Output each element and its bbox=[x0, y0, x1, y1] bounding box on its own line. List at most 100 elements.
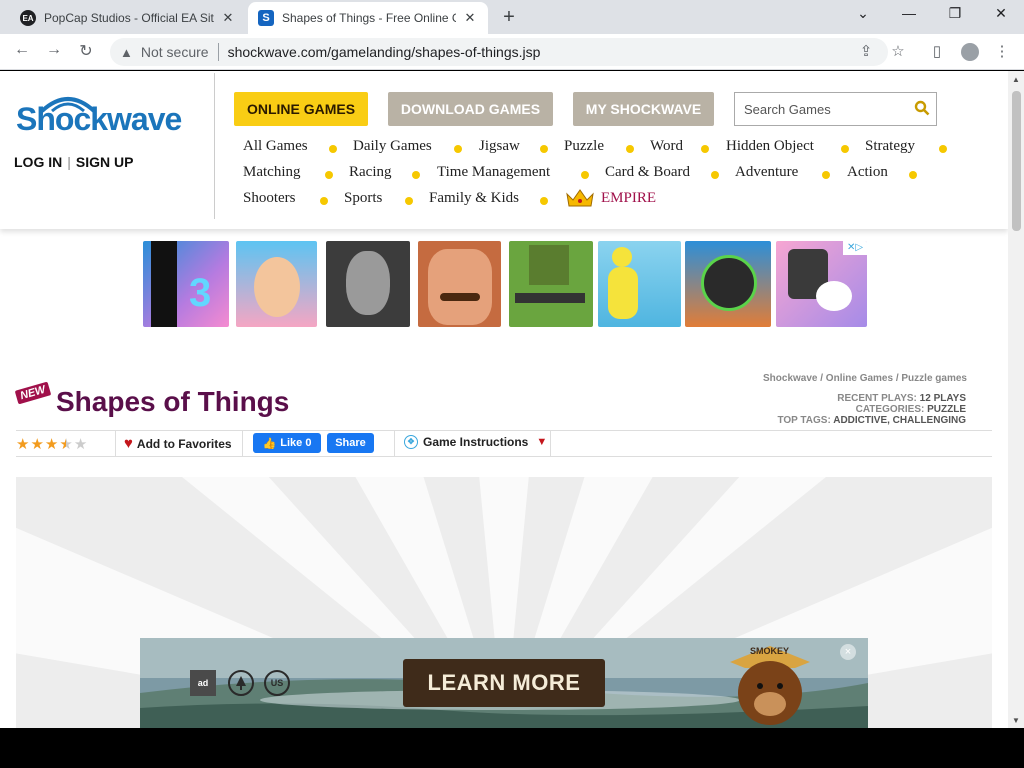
facebook-like-button[interactable]: 👍 Like 0 bbox=[253, 433, 321, 453]
ad-close-button[interactable]: × bbox=[840, 644, 856, 660]
recent-plays-label: RECENT PLAYS: bbox=[837, 393, 917, 404]
category-all-games[interactable]: All Games bbox=[243, 138, 308, 155]
divider bbox=[550, 431, 551, 457]
ad-thumb-granny[interactable] bbox=[326, 241, 410, 327]
divider bbox=[217, 43, 219, 61]
blocky-head-shape bbox=[529, 245, 569, 285]
category-bullet bbox=[329, 145, 337, 153]
star-icon[interactable]: ★ bbox=[45, 435, 58, 453]
category-strategy[interactable]: Strategy bbox=[865, 138, 915, 155]
menu-icon[interactable]: ⋮ bbox=[992, 42, 1012, 60]
search-input[interactable]: Search Games bbox=[734, 92, 937, 126]
cartoon-face-shape bbox=[254, 257, 300, 317]
star-icon[interactable]: ★ bbox=[16, 435, 29, 453]
login-link[interactable]: LOG IN bbox=[14, 154, 62, 170]
star-half-icon[interactable]: ★ bbox=[59, 435, 72, 453]
signup-link[interactable]: SIGN UP bbox=[76, 154, 134, 170]
star-icon[interactable]: ★ bbox=[30, 435, 43, 453]
warning-icon[interactable]: ▲ bbox=[120, 45, 133, 60]
scroll-down-icon[interactable]: ▼ bbox=[1012, 716, 1020, 725]
category-family-kids[interactable]: Family & Kids bbox=[429, 190, 519, 207]
close-window-button[interactable]: ✕ bbox=[991, 5, 1011, 22]
ad-thumb-ball[interactable] bbox=[685, 241, 771, 327]
browser-tab-shapes[interactable]: S Shapes of Things - Free Online G ✕ bbox=[248, 2, 488, 34]
category-racing[interactable]: Racing bbox=[349, 164, 392, 181]
facebook-share-button[interactable]: Share bbox=[327, 433, 374, 453]
shockwave-logo[interactable]: Shockwave bbox=[16, 91, 186, 151]
crown-icon[interactable] bbox=[565, 188, 595, 208]
ad-council-logo: ad bbox=[190, 670, 216, 696]
profile-avatar[interactable] bbox=[961, 43, 979, 61]
category-action[interactable]: Action bbox=[847, 164, 888, 181]
ad-thumb-blocky[interactable] bbox=[509, 241, 593, 327]
ad-thumb-head[interactable] bbox=[236, 241, 317, 327]
my-shockwave-button[interactable]: MY SHOCKWAVE bbox=[573, 92, 714, 126]
ad-thumb-phone[interactable]: ✕▷ bbox=[776, 241, 867, 327]
url-text[interactable]: shockwave.com/gamelanding/shapes-of-thin… bbox=[228, 44, 541, 60]
scrollbar-thumb[interactable] bbox=[1012, 91, 1021, 231]
download-games-button[interactable]: DOWNLOAD GAMES bbox=[388, 92, 553, 126]
security-label[interactable]: Not secure bbox=[141, 44, 209, 60]
ad-thumb-runner[interactable] bbox=[598, 241, 681, 327]
star-empty-icon[interactable]: ★ bbox=[74, 435, 87, 453]
search-icon[interactable] bbox=[914, 100, 930, 116]
category-bullet bbox=[841, 145, 849, 153]
tab-close-icon[interactable]: ✕ bbox=[462, 10, 478, 26]
scroll-up-icon[interactable]: ▲ bbox=[1012, 75, 1020, 84]
share-icon[interactable]: ⇪ bbox=[856, 42, 876, 60]
minimize-button[interactable]: — bbox=[899, 5, 919, 21]
page-scrollbar[interactable]: ▲ ▼ bbox=[1008, 71, 1024, 728]
top-tags-value[interactable]: ADDICTIVE, CHALLENGING bbox=[833, 415, 966, 426]
ad-thumb-piano[interactable]: 3 bbox=[143, 241, 229, 327]
categories-value[interactable]: PUZZLE bbox=[927, 404, 966, 415]
online-games-button[interactable]: ONLINE GAMES bbox=[234, 92, 368, 126]
divider bbox=[242, 431, 243, 457]
shockwave-favicon-icon: S bbox=[258, 10, 274, 26]
category-matching[interactable]: Matching bbox=[243, 164, 301, 181]
gamepad-icon: ✥ bbox=[404, 435, 418, 449]
category-adventure[interactable]: Adventure bbox=[735, 164, 798, 181]
browser-toolbar: ← → ↻ ▲ Not secure shockwave.com/gamelan… bbox=[0, 34, 1024, 70]
ad-close-button[interactable]: ✕▷ bbox=[843, 241, 867, 255]
reload-button[interactable]: ↻ bbox=[76, 41, 96, 61]
category-sports[interactable]: Sports bbox=[344, 190, 382, 207]
category-card-board[interactable]: Card & Board bbox=[605, 164, 690, 181]
new-tab-button[interactable]: + bbox=[498, 6, 520, 29]
game-instructions-button[interactable]: ✥ Game Instructions ▼ bbox=[404, 435, 547, 449]
category-bullet bbox=[581, 171, 589, 179]
bottom-banner-ad[interactable]: ad US LEARN MORE SMOKEY × bbox=[140, 638, 868, 728]
rating-stars[interactable]: ★ ★ ★ ★ ★ bbox=[16, 435, 88, 453]
ea-logo-icon: EA bbox=[20, 10, 36, 26]
category-daily-games[interactable]: Daily Games bbox=[353, 138, 432, 155]
browser-tab-popcap[interactable]: EA PopCap Studios - Official EA Site ✕ bbox=[10, 2, 246, 34]
restore-button[interactable]: ❐ bbox=[945, 5, 965, 22]
forward-button[interactable]: → bbox=[44, 41, 64, 59]
add-to-favorites-button[interactable]: ♥ Add to Favorites bbox=[124, 435, 232, 452]
category-word[interactable]: Word bbox=[650, 138, 683, 155]
side-panel-icon[interactable]: ▯ bbox=[927, 42, 947, 60]
category-bullet bbox=[540, 145, 548, 153]
category-time-management[interactable]: Time Management bbox=[437, 164, 550, 181]
game-ad-strip[interactable]: 3 ✕▷ bbox=[143, 241, 867, 327]
breadcrumb[interactable]: Shockwave / Online Games / Puzzle games bbox=[763, 373, 967, 384]
category-jigsaw[interactable]: Jigsaw bbox=[479, 138, 520, 155]
category-shooters[interactable]: Shooters bbox=[243, 190, 296, 207]
learn-more-button[interactable]: LEARN MORE bbox=[403, 659, 605, 707]
category-bullet bbox=[701, 145, 709, 153]
web-page: Shockwave LOG IN | SIGN UP ONLINE GAMES DO… bbox=[0, 71, 1008, 728]
rolling-ball-shape bbox=[701, 255, 757, 311]
bookmark-star-icon[interactable]: ☆ bbox=[888, 42, 908, 60]
ad-thumb-neighbor[interactable] bbox=[418, 241, 501, 327]
category-puzzle[interactable]: Puzzle bbox=[564, 138, 604, 155]
category-empire[interactable]: EMPIRE bbox=[601, 190, 656, 207]
runner-body-shape bbox=[608, 267, 638, 319]
back-button[interactable]: ← bbox=[12, 41, 32, 59]
category-hidden-object[interactable]: Hidden Object bbox=[726, 138, 814, 155]
tab-search-icon[interactable]: ⌄ bbox=[853, 5, 873, 22]
instructions-label: Game Instructions bbox=[423, 435, 529, 449]
address-bar[interactable]: ▲ Not secure shockwave.com/gamelanding/s… bbox=[110, 38, 888, 66]
category-bullet bbox=[909, 171, 917, 179]
neighbor-face-shape bbox=[428, 249, 492, 325]
tab-close-icon[interactable]: ✕ bbox=[220, 10, 236, 26]
smokey-hat-text: SMOKEY bbox=[750, 646, 790, 656]
